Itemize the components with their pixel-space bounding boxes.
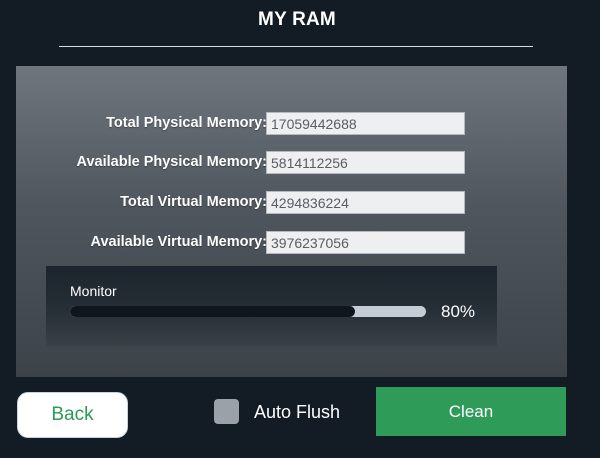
memory-progress-fill (70, 306, 355, 317)
total-virtual-memory-field[interactable] (266, 191, 465, 214)
memory-row-available-physical: Available Physical Memory: (16, 151, 567, 176)
auto-flush-label: Auto Flush (254, 402, 341, 422)
memory-percent-label: 80% (441, 302, 476, 321)
memory-row-total-virtual: Total Virtual Memory: (16, 191, 567, 216)
monitor-box: Monitor 80% (46, 266, 497, 346)
memory-progress-bar (70, 306, 426, 317)
memory-panel: Total Physical Memory: Available Physica… (16, 66, 567, 377)
total-physical-memory-label: Total Physical Memory: (106, 115, 267, 131)
available-physical-memory-field[interactable] (266, 151, 465, 174)
app-title: MY RAM (258, 9, 336, 30)
auto-flush-checkbox[interactable] (214, 399, 239, 424)
available-physical-memory-label: Available Physical Memory: (76, 154, 267, 170)
memory-row-available-virtual: Available Virtual Memory: (16, 231, 567, 256)
total-virtual-memory-label: Total Virtual Memory: (120, 194, 267, 210)
title-divider (59, 46, 533, 47)
total-physical-memory-field[interactable] (266, 112, 465, 135)
available-virtual-memory-label: Available Virtual Memory: (90, 234, 267, 250)
available-virtual-memory-field[interactable] (266, 231, 465, 254)
clean-button[interactable]: Clean (376, 387, 566, 436)
back-button[interactable]: Back (17, 392, 128, 438)
memory-row-total-physical: Total Physical Memory: (16, 112, 567, 137)
monitor-label: Monitor (70, 283, 117, 299)
